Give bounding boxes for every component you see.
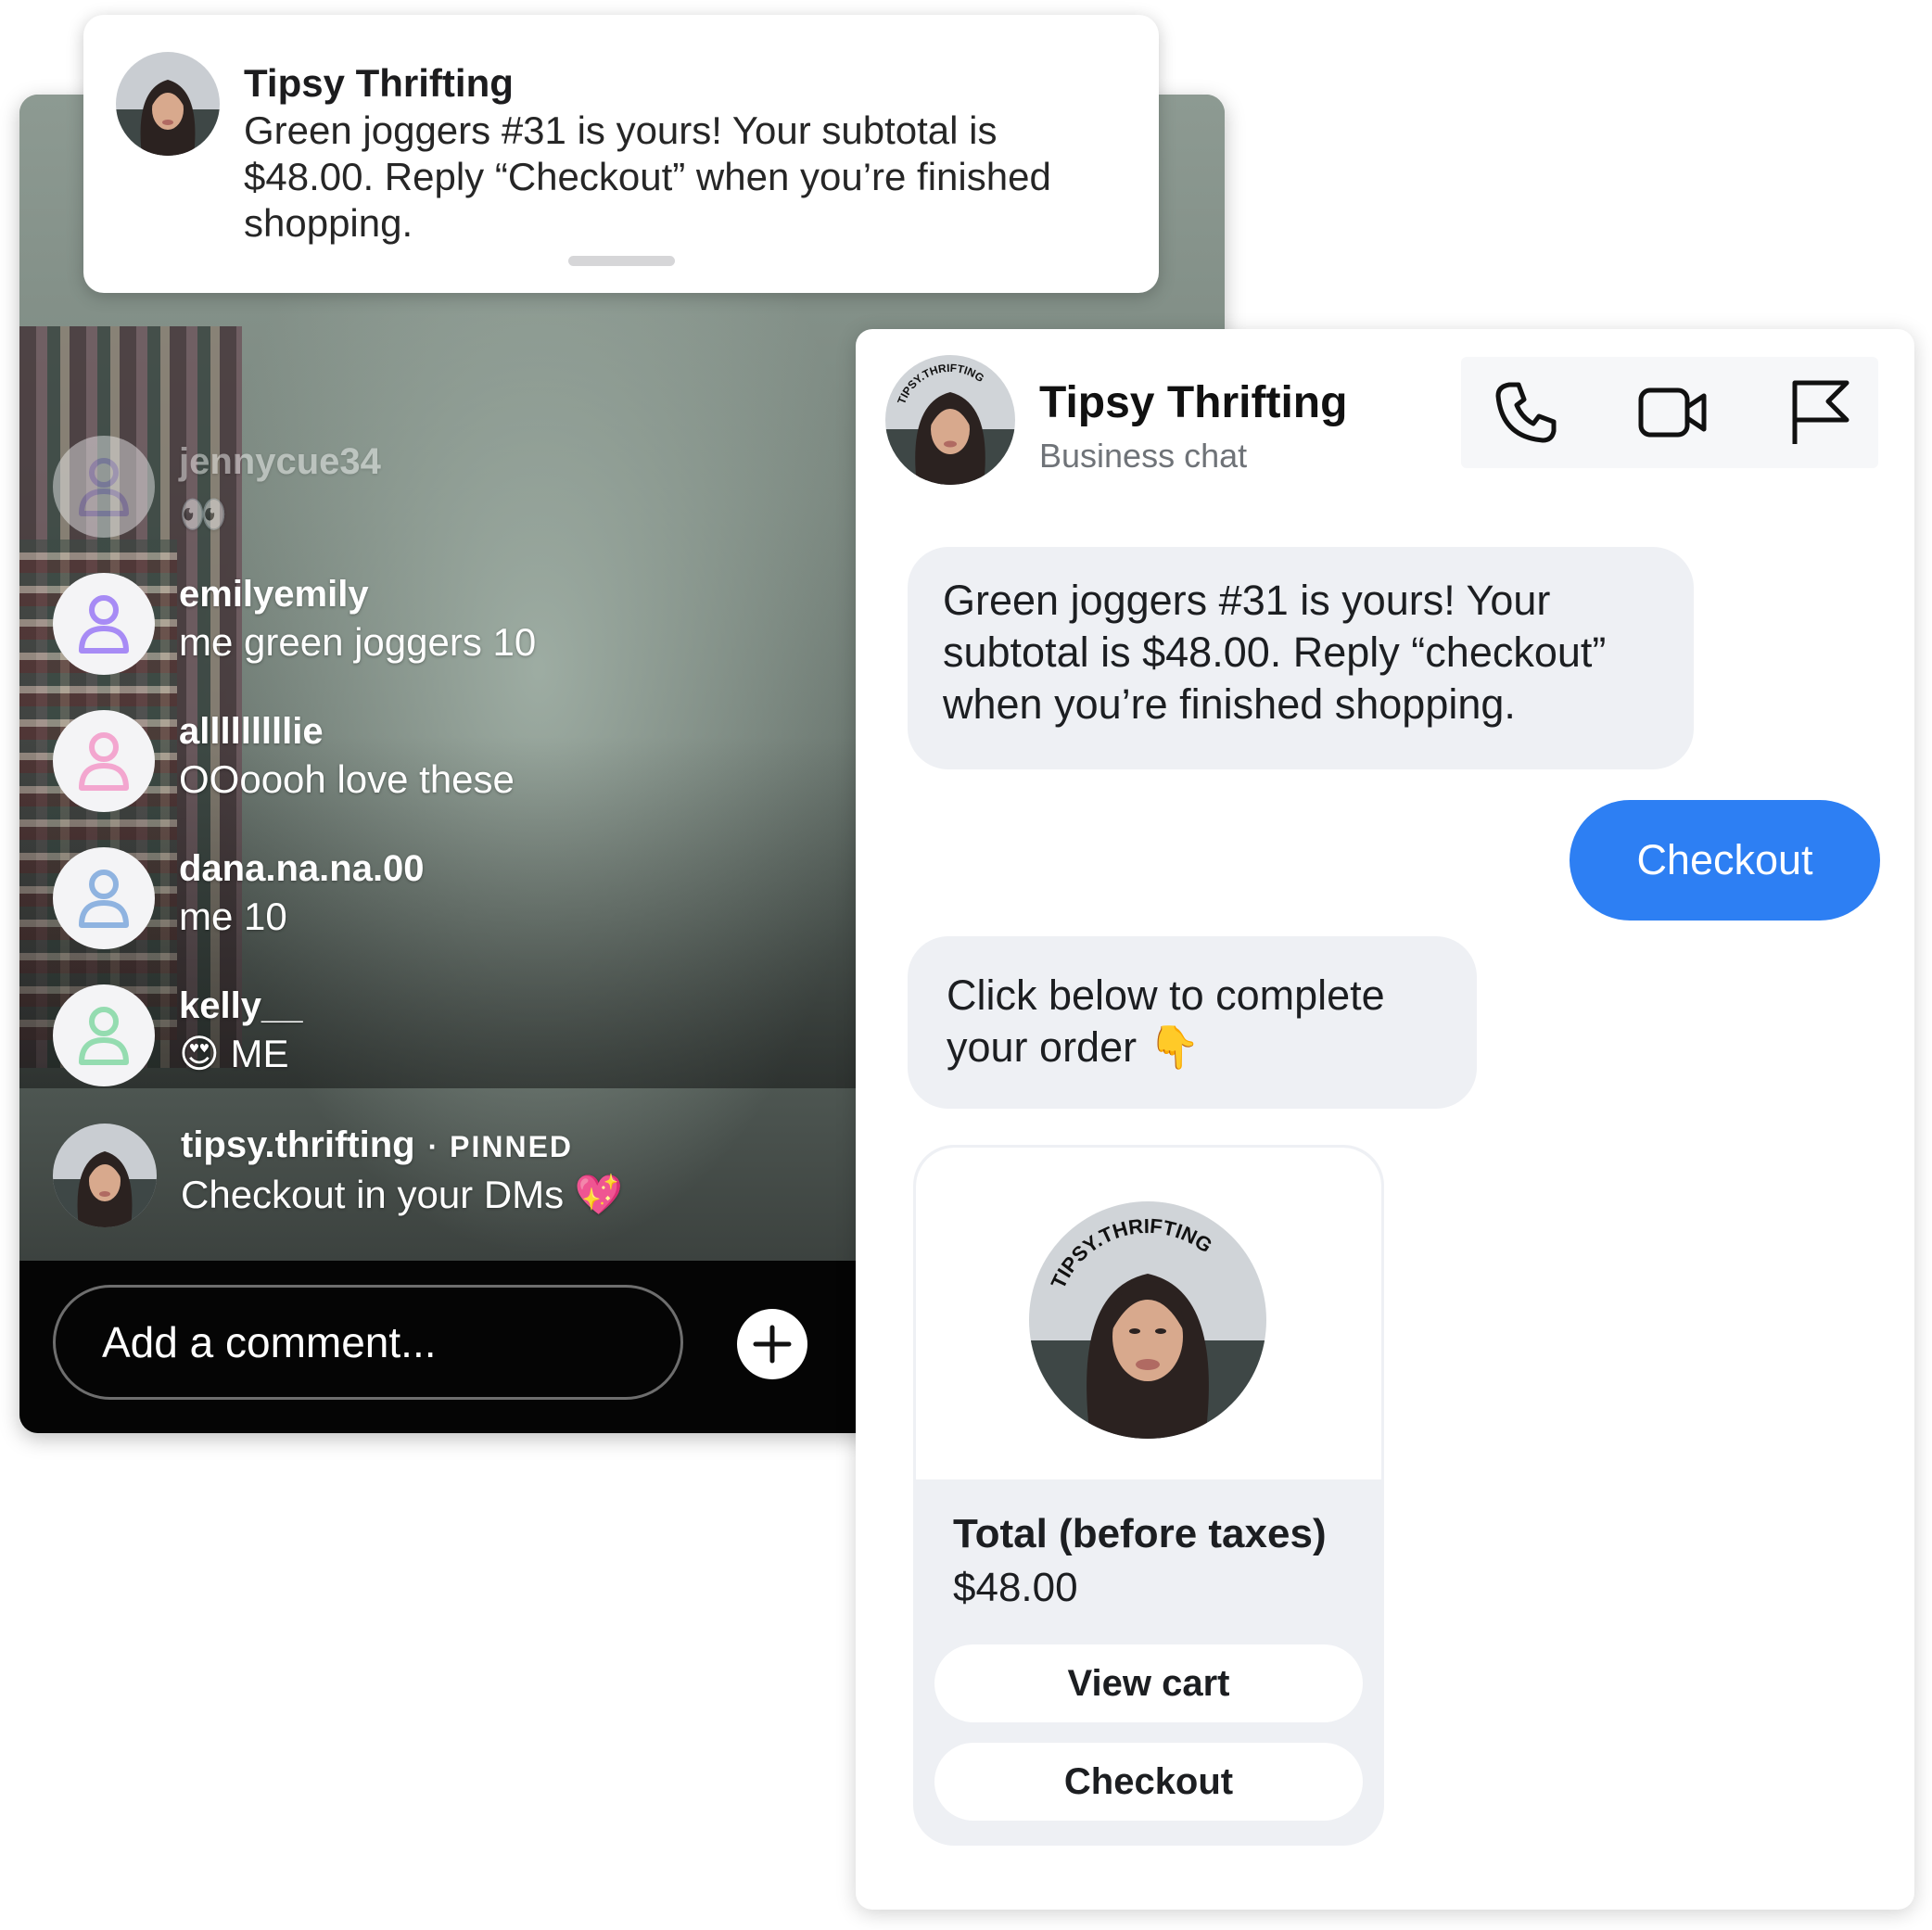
comment-text: OOoooh love these <box>179 757 515 801</box>
person-icon <box>79 732 129 791</box>
sparkling-heart-emoji: 💖 <box>574 1173 624 1216</box>
comment-username: emilyemily <box>179 574 369 615</box>
comment-text: 👀 <box>179 492 228 536</box>
outgoing-message: Checkout <box>1570 800 1880 921</box>
brand-logo-avatar: TIPSY.THRIFTING <box>1029 1201 1266 1439</box>
user-avatar <box>53 710 155 812</box>
drag-handle[interactable] <box>568 256 675 266</box>
heart-eyes-emoji: 😍 <box>179 1032 220 1075</box>
dm-notification[interactable]: Tipsy Thrifting Green joggers #31 is you… <box>83 15 1159 293</box>
user-avatar <box>53 573 155 675</box>
message-text: Green joggers #31 is yours! Your subtota… <box>943 577 1607 728</box>
user-avatar <box>53 984 155 1086</box>
live-comment: kelly__ 😍 ME <box>53 984 302 1086</box>
business-chat-panel: TIPSY.THRIFTING Tipsy Thrifting Business… <box>856 329 1914 1910</box>
comment-username: jennycue34 <box>179 441 381 482</box>
person-icon <box>79 1007 129 1065</box>
live-comment: emilyemily me green joggers 10 <box>53 573 536 675</box>
order-total-price: $48.00 <box>953 1565 1078 1610</box>
order-summary-card: TIPSY.THRIFTING Total (before taxes) $48… <box>913 1145 1384 1846</box>
view-cart-button[interactable]: View cart <box>934 1644 1363 1722</box>
live-comment: jennycue34 👀 <box>53 436 381 541</box>
checkout-button[interactable]: Checkout <box>934 1743 1363 1821</box>
incoming-message: Green joggers #31 is yours! Your subtota… <box>908 547 1694 769</box>
live-comment: dana.na.na.00 me 10 <box>53 847 425 949</box>
comment-message: ME <box>230 1032 289 1075</box>
plus-icon <box>753 1325 792 1364</box>
pinned-comment: tipsy.thrifting · PINNED Checkout in your… <box>53 1124 623 1227</box>
live-comment: alllllllllie OOoooh love these <box>53 710 515 812</box>
comment-username: dana.na.na.00 <box>179 848 425 889</box>
notification-title: Tipsy Thrifting <box>244 61 514 105</box>
incoming-message: Click below to complete your order 👇 <box>908 936 1477 1109</box>
flag-icon[interactable] <box>1782 375 1856 450</box>
comment-username: alllllllllie <box>179 711 324 752</box>
phone-icon[interactable] <box>1489 375 1563 450</box>
pinned-message: Checkout in your DMs <box>181 1173 565 1216</box>
add-comment-input[interactable]: Add a comment... <box>53 1285 683 1400</box>
user-avatar <box>53 847 155 949</box>
brand-avatar <box>116 52 220 156</box>
add-button[interactable] <box>737 1309 807 1379</box>
order-total-label: Total (before taxes) <box>953 1511 1327 1556</box>
comment-text: me green joggers 10 <box>179 620 537 664</box>
notification-body: Green joggers #31 is yours! Your subtota… <box>244 108 1051 245</box>
brand-avatar: TIPSY.THRIFTING <box>885 355 1015 485</box>
person-icon <box>79 458 129 516</box>
person-icon <box>79 870 129 928</box>
chat-action-bar <box>1461 357 1878 468</box>
person-icon <box>79 595 129 654</box>
pinned-tag: · PINNED <box>427 1130 574 1163</box>
brand-avatar <box>53 1124 157 1227</box>
pinned-username: tipsy.thrifting <box>181 1124 415 1165</box>
message-text: Checkout <box>1636 836 1813 883</box>
user-avatar <box>53 436 155 538</box>
comment-text: 😍 ME <box>179 1027 302 1081</box>
pointing-down-emoji: 👇 <box>1148 1023 1201 1071</box>
video-camera-icon[interactable] <box>1635 375 1710 450</box>
chat-subtitle: Business chat <box>1039 437 1248 475</box>
comment-username: kelly__ <box>179 985 303 1026</box>
comment-text: me 10 <box>179 895 287 938</box>
chat-title: Tipsy Thrifting <box>1039 378 1348 427</box>
